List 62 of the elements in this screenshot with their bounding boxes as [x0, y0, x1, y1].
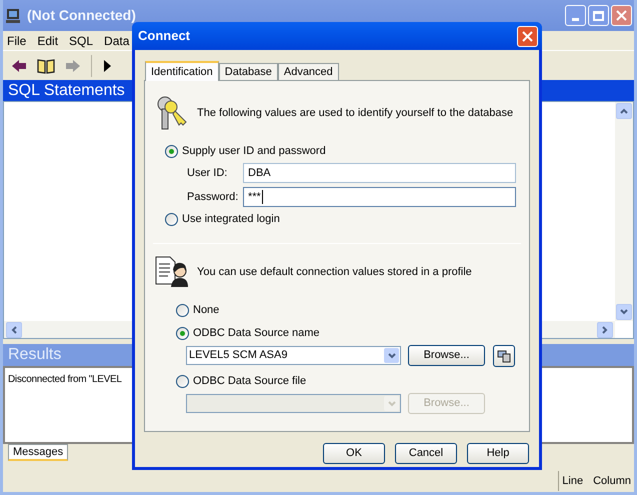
text-field[interactable]: ***: [243, 187, 516, 207]
field-label: Password:: [187, 190, 240, 205]
field-value: DBA: [248, 166, 271, 181]
field-value: ***: [248, 190, 261, 205]
result-message: Disconnected from "LEVEL: [8, 374, 122, 385]
radio-button[interactable]: [165, 212, 178, 226]
radio-button[interactable]: [176, 304, 189, 316]
dialog-button[interactable]: Help: [467, 443, 529, 464]
radio-label[interactable]: ODBC Data Source file: [193, 372, 306, 390]
dialog-button[interactable]: Cancel: [395, 443, 457, 464]
chevron-right-icon: [601, 326, 609, 334]
profile-icon: [155, 256, 189, 288]
menu-item[interactable]: Edit: [37, 32, 58, 50]
window-title: (Not Connected): [27, 6, 136, 25]
menu-item[interactable]: File: [7, 32, 26, 50]
radio-label[interactable]: None: [193, 302, 220, 318]
computer-icon: [5, 8, 21, 24]
scroll-left-button[interactable]: [6, 322, 22, 338]
dialog-tab[interactable]: Advanced: [278, 63, 339, 80]
status-field: Line: [562, 472, 584, 490]
scroll-right-button[interactable]: [597, 322, 613, 338]
book-icon[interactable]: [37, 58, 55, 74]
maximize-button[interactable]: [588, 5, 609, 26]
close-button[interactable]: [611, 5, 632, 26]
radio-button[interactable]: [176, 326, 189, 340]
dialog-title: Connect: [138, 27, 190, 46]
text-field[interactable]: DBA: [243, 163, 516, 183]
minimize-button[interactable]: [565, 5, 586, 26]
menu-item[interactable]: Data: [104, 32, 130, 50]
results-tab[interactable]: Messages: [8, 444, 68, 461]
dialog-tab[interactable]: Identification: [145, 61, 219, 81]
keys-icon: [155, 95, 189, 131]
menu-item[interactable]: SQL: [69, 32, 94, 50]
close-icon: [522, 30, 533, 42]
panel-title: Results: [8, 345, 62, 365]
windows-icon: [497, 348, 511, 362]
radio-button[interactable]: [165, 144, 178, 158]
radio-button[interactable]: [176, 374, 189, 388]
radio-label[interactable]: Supply user ID and password: [182, 142, 326, 160]
radio-label[interactable]: Use integrated login: [182, 210, 280, 228]
play-icon[interactable]: [102, 58, 112, 72]
data-source-config-button[interactable]: [493, 344, 515, 366]
scroll-up-button[interactable]: [616, 103, 632, 119]
browse-button[interactable]: Browse...: [408, 345, 485, 366]
vertical-scrollbar[interactable]: [615, 102, 633, 321]
data-source-dropdown[interactable]: LEVEL5 SCM ASA9: [186, 346, 401, 365]
close-icon: [616, 10, 627, 21]
panel-title: SQL Statements: [8, 80, 125, 100]
field-label: User ID:: [187, 166, 228, 181]
chevron-left-icon: [10, 326, 18, 334]
profile-intro: You can use default connection values stored in a profile: [197, 264, 472, 280]
dialog-tab[interactable]: Database: [218, 63, 278, 80]
dropdown-value: LEVEL5 SCM ASA9: [189, 348, 288, 364]
radio-label[interactable]: ODBC Data Source name: [193, 324, 320, 342]
chevron-down-icon: [620, 308, 628, 316]
status-field: Column: [593, 472, 631, 490]
identification-intro: The following values are used to identify yourself to the database: [197, 106, 514, 121]
scroll-down-button[interactable]: [616, 304, 632, 320]
close-button[interactable]: [517, 26, 538, 46]
dialog-button[interactable]: OK: [323, 443, 385, 464]
back-arrow-icon[interactable]: [11, 58, 27, 72]
chevron-up-icon: [620, 107, 628, 115]
